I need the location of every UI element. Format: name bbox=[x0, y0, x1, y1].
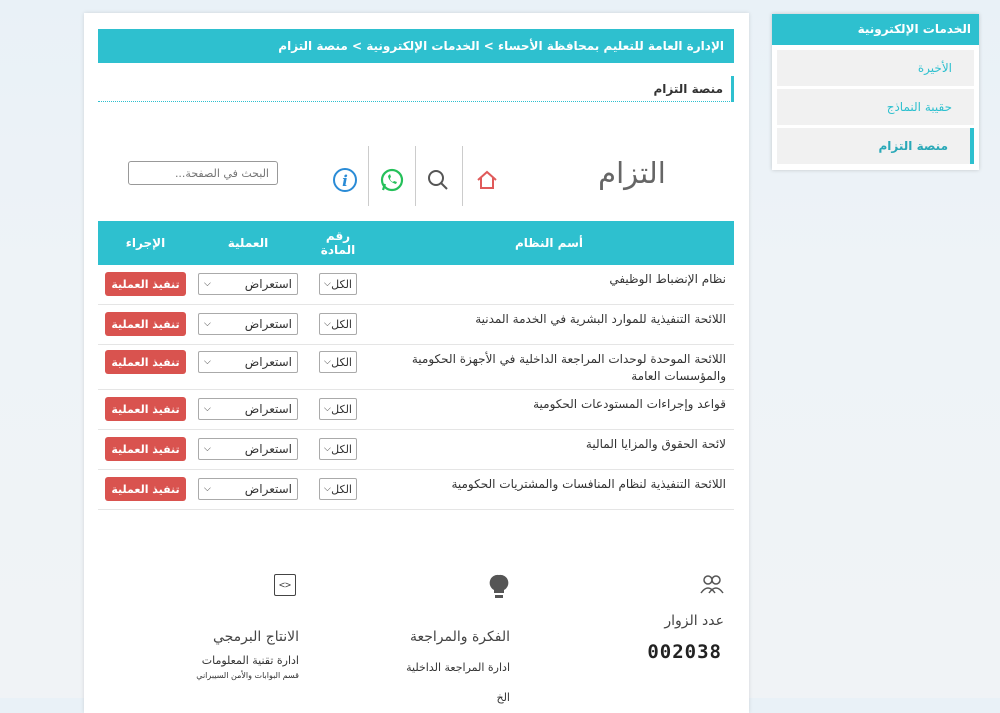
system-name: اللائحة التنفيذية للموارد البشرية في الخ… bbox=[475, 312, 726, 326]
page-heading: منصة التزام bbox=[654, 76, 734, 102]
search-icon[interactable] bbox=[418, 156, 458, 204]
execute-button[interactable]: تنفيذ العملية bbox=[105, 397, 186, 421]
article-select-value: الكل bbox=[331, 317, 352, 331]
header-name: أسم النظام bbox=[515, 236, 584, 250]
home-icon[interactable] bbox=[467, 156, 507, 204]
header-operation: العملية bbox=[227, 236, 269, 250]
code-icon: <> bbox=[274, 574, 296, 596]
chevron-down-icon: ⌵ bbox=[204, 444, 211, 454]
execute-button[interactable]: تنفيذ العملية bbox=[105, 437, 186, 461]
header-article: رقم المادة bbox=[320, 229, 356, 257]
table-row: نظام الإنضباط الوظيفي الكل ⌵ استعراض ⌵ تنف… bbox=[98, 265, 734, 305]
article-select-value: الكل bbox=[331, 355, 352, 369]
sidebar-item-latest[interactable]: الأخيرة bbox=[777, 50, 974, 86]
operation-select-value: استعراض bbox=[244, 482, 292, 496]
chevron-down-icon: ⌵ bbox=[324, 279, 331, 289]
chevron-down-icon: ⌵ bbox=[324, 319, 331, 329]
execute-button[interactable]: تنفيذ العملية bbox=[105, 312, 186, 336]
systems-table: أسم النظام رقم المادة العملية الإجراء نظ… bbox=[98, 221, 734, 510]
article-select[interactable]: الكل ⌵ bbox=[319, 438, 357, 460]
operation-select[interactable]: استعراض ⌵ bbox=[198, 351, 298, 373]
article-select[interactable]: الكل ⌵ bbox=[319, 398, 357, 420]
chevron-down-icon: ⌵ bbox=[204, 404, 211, 414]
lightbulb-icon bbox=[488, 573, 510, 605]
chevron-down-icon: ⌵ bbox=[204, 319, 211, 329]
article-select[interactable]: الكل ⌵ bbox=[319, 478, 357, 500]
article-select-value: الكل bbox=[331, 482, 352, 496]
users-icon bbox=[664, 573, 724, 597]
header-action: الإجراء bbox=[125, 236, 166, 250]
article-select[interactable]: الكل ⌵ bbox=[319, 273, 357, 295]
brand-title: التزام bbox=[598, 156, 666, 190]
chevron-down-icon: ⌵ bbox=[204, 484, 211, 494]
operation-select[interactable]: استعراض ⌵ bbox=[198, 478, 298, 500]
info-icon[interactable]: i bbox=[325, 156, 365, 204]
search-input[interactable] bbox=[128, 161, 278, 185]
operation-select-value: استعراض bbox=[244, 355, 292, 369]
visitors-title: عدد الزوار bbox=[664, 613, 724, 629]
chevron-down-icon: ⌵ bbox=[324, 357, 331, 367]
article-select-value: الكل bbox=[331, 277, 352, 291]
main-panel: الإدارة العامة للتعليم بمحافظة الأحساء >… bbox=[84, 13, 749, 713]
operation-select[interactable]: استعراض ⌵ bbox=[198, 398, 298, 420]
system-name: اللائحة الموحدة لوحدات المراجعة الداخلية… bbox=[411, 352, 726, 383]
table-row: قواعد وإجراءات المستودعات الحكومية الكل ⌵… bbox=[98, 390, 734, 430]
system-name: اللائحة التنفيذية لنظام المنافسات والمشت… bbox=[451, 477, 726, 491]
article-select-value: الكل bbox=[331, 402, 352, 416]
table-row: اللائحة التنفيذية للموارد البشرية في الخ… bbox=[98, 305, 734, 345]
toolbar-separator bbox=[368, 146, 369, 206]
operation-select-value: استعراض bbox=[244, 402, 292, 416]
toolbar-separator bbox=[415, 146, 416, 206]
visitor-counter: 002038 bbox=[647, 641, 722, 663]
system-name: نظام الإنضباط الوظيفي bbox=[609, 272, 726, 286]
sidebar-item-iltizam[interactable]: منصة التزام bbox=[777, 128, 974, 164]
operation-select[interactable]: استعراض ⌵ bbox=[198, 313, 298, 335]
toolbar-separator bbox=[462, 146, 463, 206]
svg-text:i: i bbox=[342, 172, 348, 190]
table-row: اللائحة التنفيذية لنظام المنافسات والمشت… bbox=[98, 470, 734, 510]
article-select-value: الكل bbox=[331, 442, 352, 456]
dev-sub: ادارة تقنية المعلومات bbox=[201, 654, 299, 667]
execute-button[interactable]: تنفيذ العملية bbox=[105, 477, 186, 501]
whatsapp-icon[interactable] bbox=[372, 156, 412, 204]
table-row: لائحة الحقوق والمزايا المالية الكل ⌵ استع… bbox=[98, 430, 734, 470]
breadcrumb: الإدارة العامة للتعليم بمحافظة الأحساء >… bbox=[98, 29, 734, 63]
sidebar-title: الخدمات الإلكترونية bbox=[772, 14, 979, 45]
idea-title: الفكرة والمراجعة bbox=[409, 629, 510, 645]
chevron-down-icon: ⌵ bbox=[324, 484, 331, 494]
article-select[interactable]: الكل ⌵ bbox=[319, 313, 357, 335]
chevron-down-icon: ⌵ bbox=[324, 404, 331, 414]
system-name: قواعد وإجراءات المستودعات الحكومية bbox=[533, 397, 726, 411]
dev-small: قسم البوابات والأمن السيبراني bbox=[196, 671, 299, 680]
visitors-block bbox=[664, 573, 724, 597]
chevron-down-icon: ⌵ bbox=[324, 444, 331, 454]
dev-title: الانتاج البرمجي bbox=[212, 629, 299, 645]
idea-sub: ادارة المراجعة الداخلية bbox=[406, 661, 510, 674]
sidebar-item-forms-bag[interactable]: حقيبة النماذج bbox=[777, 89, 974, 125]
sidebar: الخدمات الإلكترونية الأخيرة حقيبة النماذ… bbox=[772, 14, 979, 170]
divider bbox=[98, 101, 734, 102]
table-row: اللائحة الموحدة لوحدات المراجعة الداخلية… bbox=[98, 345, 734, 390]
system-name: لائحة الحقوق والمزايا المالية bbox=[585, 437, 726, 451]
execute-button[interactable]: تنفيذ العملية bbox=[105, 350, 186, 374]
operation-select[interactable]: استعراض ⌵ bbox=[198, 438, 298, 460]
chevron-down-icon: ⌵ bbox=[204, 357, 211, 367]
execute-button[interactable]: تنفيذ العملية bbox=[105, 272, 186, 296]
operation-select-value: استعراض bbox=[244, 442, 292, 456]
operation-select-value: استعراض bbox=[244, 317, 292, 331]
chevron-down-icon: ⌵ bbox=[204, 279, 211, 289]
operation-select-value: استعراض bbox=[244, 277, 292, 291]
operation-select[interactable]: استعراض ⌵ bbox=[198, 273, 298, 295]
table-header: أسم النظام رقم المادة العملية الإجراء bbox=[98, 221, 734, 265]
article-select[interactable]: الكل ⌵ bbox=[319, 351, 357, 373]
